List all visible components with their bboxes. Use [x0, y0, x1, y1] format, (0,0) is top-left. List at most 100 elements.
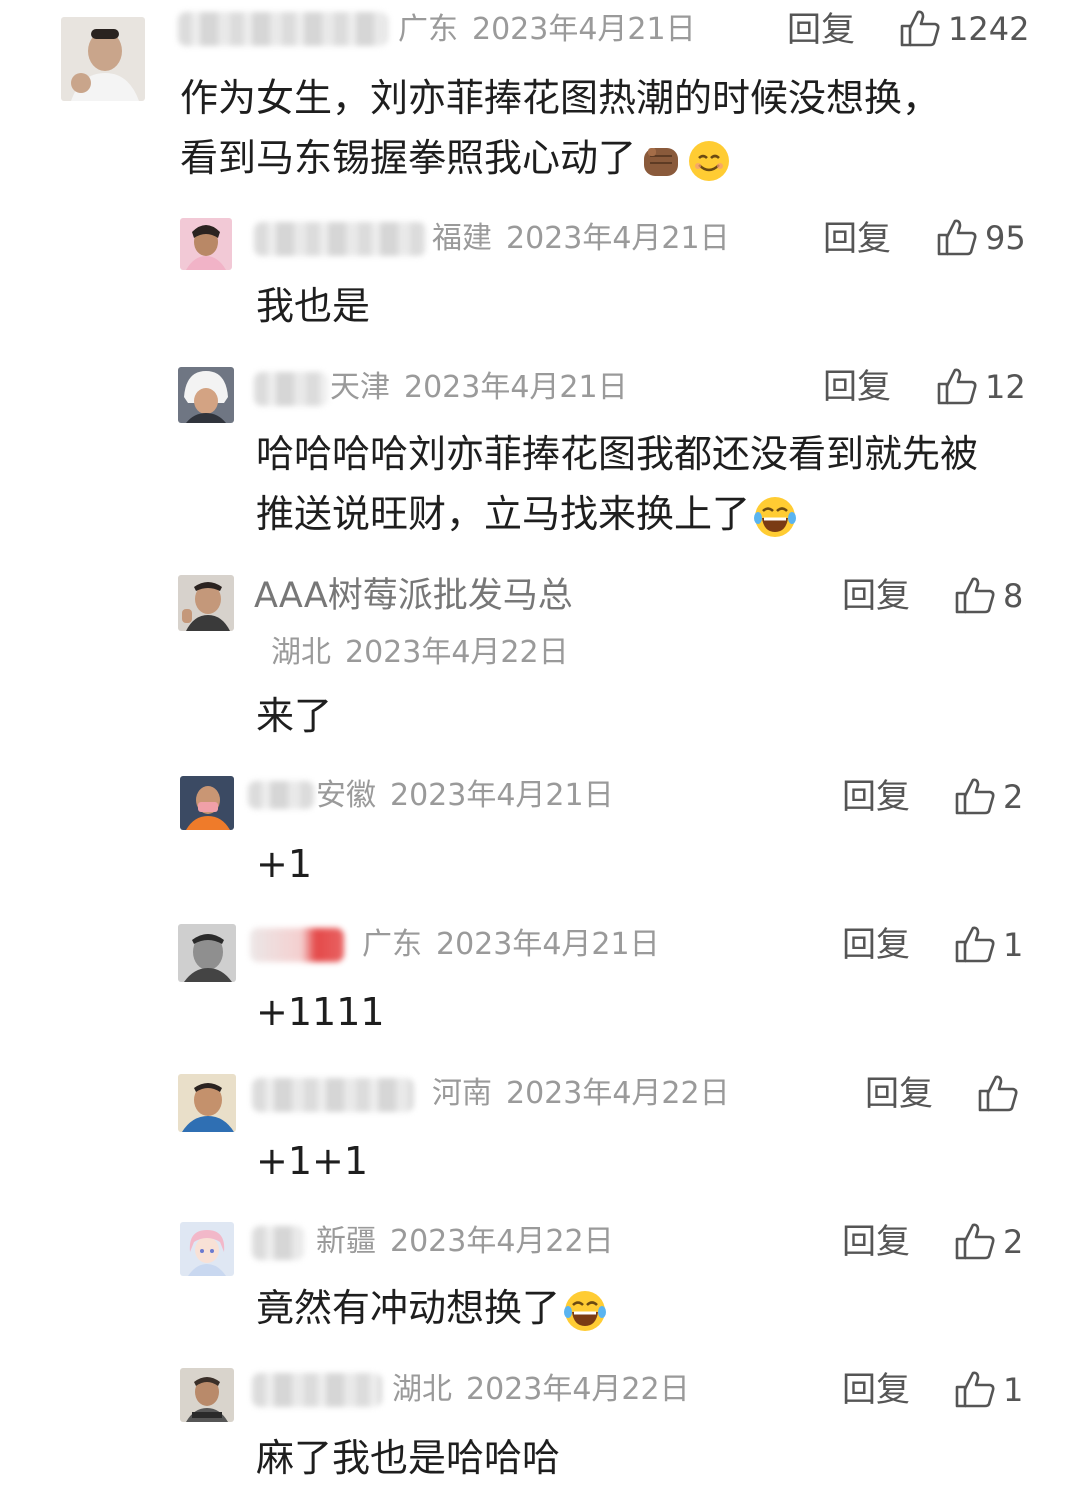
date: 2023年4月21日	[404, 370, 628, 405]
reply-button[interactable]: 回复	[842, 1368, 910, 1412]
comment-meta: 湖北 2023年4月22日	[271, 633, 569, 673]
username-blurred[interactable]	[252, 1373, 382, 1407]
thumbs-up-icon	[953, 923, 997, 967]
like-button[interactable]: 1	[953, 922, 1023, 968]
like-button[interactable]: 1242	[898, 6, 1029, 52]
avatar[interactable]	[61, 17, 145, 101]
like-count: 95	[985, 219, 1026, 257]
laugh-cry-emoji	[752, 494, 798, 540]
comment-meta: 湖北 2023年4月22日	[392, 1370, 690, 1410]
date: 2023年4月22日	[466, 1372, 690, 1407]
like-button[interactable]: 95	[935, 215, 1026, 261]
avatar[interactable]	[178, 1074, 236, 1132]
like-count: 12	[985, 368, 1026, 406]
like-count: 8	[1003, 577, 1024, 615]
region: 河南	[432, 1076, 492, 1111]
reply-button[interactable]: 回复	[842, 574, 910, 618]
like-count: 1	[1003, 1371, 1024, 1409]
like-count: 2	[1003, 778, 1024, 816]
like-button[interactable]: 12	[935, 364, 1026, 410]
reply-button[interactable]: 回复	[842, 923, 910, 967]
region: 湖北	[271, 635, 331, 670]
comment-text: +1111	[256, 982, 385, 1042]
like-button[interactable]: 2	[953, 774, 1023, 820]
comment-line: +1+1	[256, 1139, 369, 1183]
date: 2023年4月22日	[345, 635, 569, 670]
like-count: 2	[1003, 1223, 1024, 1261]
comment-meta: 天津 2023年4月21日	[330, 368, 628, 408]
username-blurred[interactable]	[254, 372, 328, 406]
thumbs-up-icon	[935, 216, 979, 260]
region: 福建	[432, 221, 492, 256]
username-blurred[interactable]	[178, 12, 388, 46]
reply-button[interactable]: 回复	[842, 1220, 910, 1264]
comment-line-with-emoji: 竟然有冲动想换了	[256, 1278, 608, 1338]
date: 2023年4月21日	[472, 12, 696, 47]
reply-button[interactable]: 回复	[842, 775, 910, 819]
comment-text: +1+1	[256, 1131, 368, 1191]
comment-meta: 新疆 2023年4月22日	[316, 1222, 614, 1262]
region: 新疆	[316, 1224, 376, 1259]
avatar[interactable]	[180, 1368, 234, 1422]
region: 广东	[398, 12, 458, 47]
avatar[interactable]	[178, 367, 234, 423]
date: 2023年4月21日	[436, 927, 660, 962]
like-button[interactable]: 2	[953, 1219, 1023, 1265]
date: 2023年4月21日	[506, 221, 730, 256]
comment-meta: 广东 2023年4月21日	[398, 10, 696, 50]
comment-line: +1	[256, 842, 313, 886]
username-blurred[interactable]	[248, 781, 314, 809]
comment-line: 我也是	[256, 284, 371, 328]
fist-emoji	[638, 138, 684, 184]
comment-meta: 广东 2023年4月21日	[362, 925, 660, 965]
username-blurred[interactable]	[254, 222, 426, 256]
thumbs-up-icon	[953, 1220, 997, 1264]
comment-line: 哈哈哈哈刘亦菲捧花图我都还没看到就先被	[256, 432, 979, 476]
region: 湖北	[392, 1372, 452, 1407]
like-count: 1242	[948, 10, 1030, 48]
like-button[interactable]: 1	[953, 1367, 1023, 1413]
avatar[interactable]	[180, 218, 232, 270]
thumbs-up-icon	[953, 1368, 997, 1412]
username[interactable]: AAA树莓派批发马总	[254, 573, 573, 619]
avatar[interactable]	[178, 575, 234, 631]
comment-text: 我也是	[256, 276, 370, 336]
comment-text: +1	[256, 834, 312, 894]
comment-text: 麻了我也是哈哈哈	[256, 1428, 560, 1488]
date: 2023年4月22日	[506, 1076, 730, 1111]
like-count: 1	[1003, 926, 1024, 964]
thumbs-up-icon	[935, 365, 979, 409]
comment-line: 看到马东锡握拳照我心动了	[180, 136, 637, 180]
comment-meta: 福建 2023年4月21日	[432, 219, 730, 259]
thumbs-up-icon	[976, 1072, 1020, 1116]
laugh-cry-emoji	[562, 1288, 608, 1334]
comment-text: 来了	[256, 686, 332, 746]
avatar[interactable]	[180, 1222, 234, 1276]
comment-line: 作为女生，刘亦菲捧花图热潮的时候没想换，	[180, 76, 941, 120]
comment-line-with-emoji: 看到马东锡握拳照我心动了	[180, 128, 940, 188]
smile-emoji	[686, 138, 732, 184]
like-button[interactable]	[976, 1071, 1020, 1117]
reply-button[interactable]: 回复	[823, 365, 891, 409]
region: 安徽	[316, 778, 376, 813]
thumbs-up-icon	[953, 775, 997, 819]
reply-button[interactable]: 回复	[787, 8, 855, 52]
avatar[interactable]	[178, 924, 236, 982]
thumbs-up-icon	[898, 7, 942, 51]
comment-line: +1111	[256, 990, 385, 1034]
comment-line: 推送说旺财，立马找来换上了	[256, 492, 751, 536]
avatar[interactable]	[180, 776, 234, 830]
thumbs-up-icon	[953, 574, 997, 618]
comment-text: 竟然有冲动想换了	[256, 1278, 608, 1338]
region: 广东	[362, 927, 422, 962]
reply-button[interactable]: 回复	[823, 217, 891, 261]
region: 天津	[330, 370, 390, 405]
username-blurred[interactable]	[252, 1226, 304, 1260]
username-blurred[interactable]	[252, 1078, 414, 1112]
reply-button[interactable]: 回复	[865, 1072, 933, 1116]
date: 2023年4月22日	[390, 1224, 614, 1259]
comment-line-with-emoji: 推送说旺财，立马找来换上了	[256, 484, 978, 544]
comment-line: 来了	[256, 694, 333, 738]
like-button[interactable]: 8	[953, 573, 1023, 619]
username-blurred[interactable]	[250, 928, 344, 962]
